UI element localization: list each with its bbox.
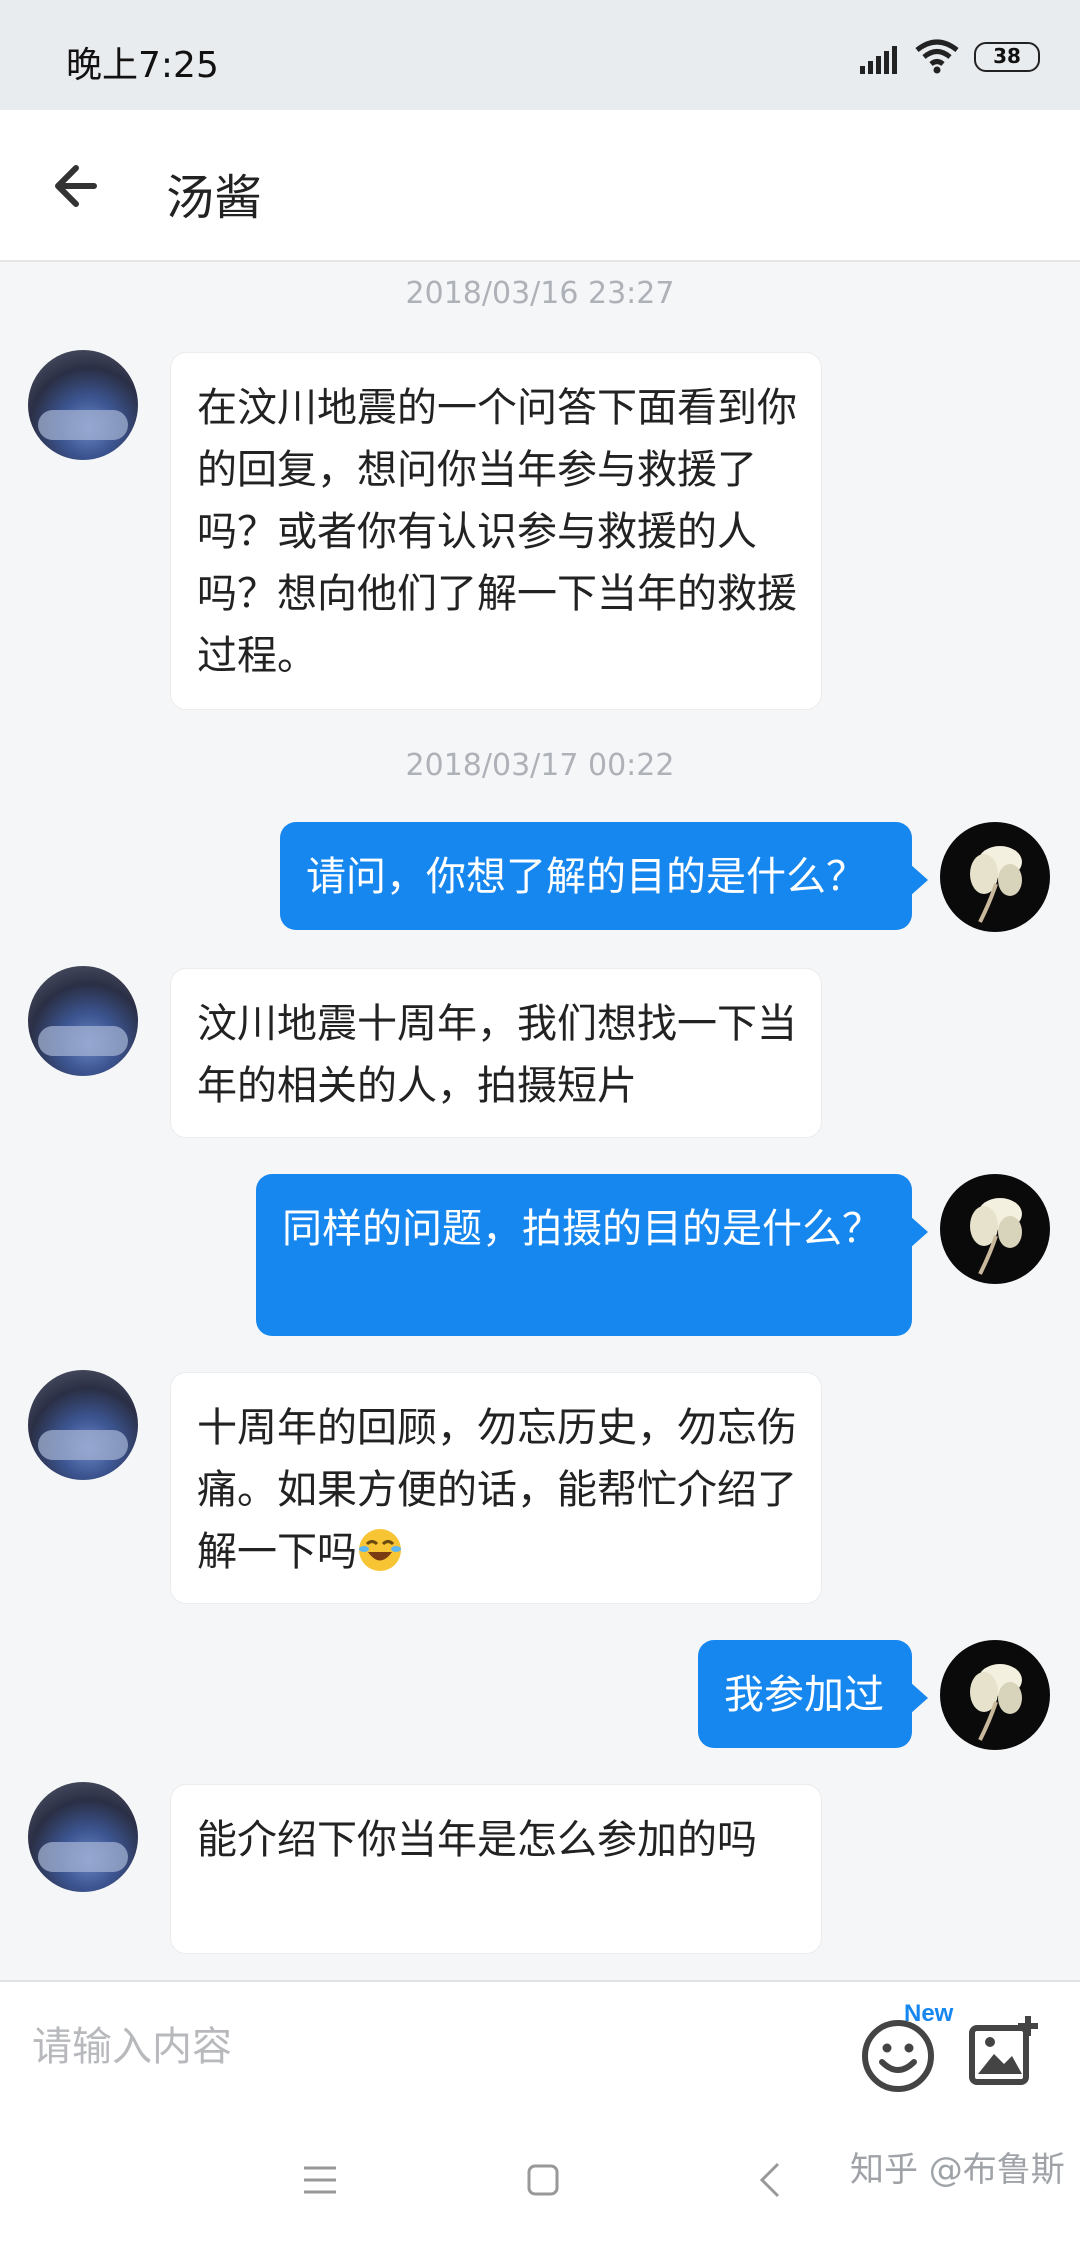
square-home-icon[interactable] [526,2162,560,2198]
message-bubble-sent: 请问，你想了解的目的是什么？ [280,822,928,930]
image-add-icon[interactable] [968,2014,1042,2088]
wifi-icon [915,39,959,74]
watermark: 知乎 @布鲁斯 [850,2150,1065,2190]
page-title: 汤酱 [166,170,263,226]
flower-avatar-image [970,1664,1022,1741]
avatar[interactable] [940,822,1050,932]
status-time: 晚上7:25 [66,45,219,86]
avatar[interactable] [28,1782,138,1892]
menu-icon[interactable] [302,2162,338,2198]
timestamp: 2018/03/16 23:27 [405,276,675,311]
avatar[interactable] [940,1640,1050,1750]
status-bar: 晚上7:25 38 [0,0,1080,110]
message-bubble-sent: 我参加过 [698,1640,928,1748]
message-bubble-sent: 同样的问题，拍摄的目的是什么？ [256,1174,928,1336]
chevron-left-icon[interactable] [756,2160,784,2200]
message-input[interactable] [30,1982,814,2112]
avatar[interactable] [28,1370,138,1480]
flower-avatar-image [970,1198,1022,1275]
message-bubble-received: 在汶川地震的一个问答下面看到你的回复，想问你当年参与救援了吗？或者你有认识参与救… [170,352,822,710]
avatar[interactable] [940,1174,1050,1284]
smiley-icon[interactable] [860,2018,936,2094]
avatar[interactable] [28,350,138,460]
battery-indicator: 38 [974,42,1040,72]
laughing-crying-emoji-icon [359,1529,401,1571]
message-bubble-received: 能介绍下你当年是怎么参加的吗 [170,1784,822,1954]
new-badge: New [904,2000,954,2027]
flower-avatar-image [970,846,1022,923]
signal-icon [860,46,897,74]
arrow-left-icon[interactable] [48,156,108,216]
message-text: 十周年的回顾，勿忘历史，勿忘伤痛。如果方便的话，能帮忙介绍了解一下吗 [197,1405,797,1575]
avatar[interactable] [28,966,138,1076]
message-input-bar: New [0,1980,1080,2112]
message-bubble-received: 汶川地震十周年，我们想找一下当年的相关的人，拍摄短片 [170,968,822,1138]
message-bubble-received: 十周年的回顾，勿忘历史，勿忘伤痛。如果方便的话，能帮忙介绍了解一下吗 [170,1372,822,1604]
timestamp: 2018/03/17 00:22 [405,748,675,783]
chat-header: 汤酱 [0,110,1080,262]
